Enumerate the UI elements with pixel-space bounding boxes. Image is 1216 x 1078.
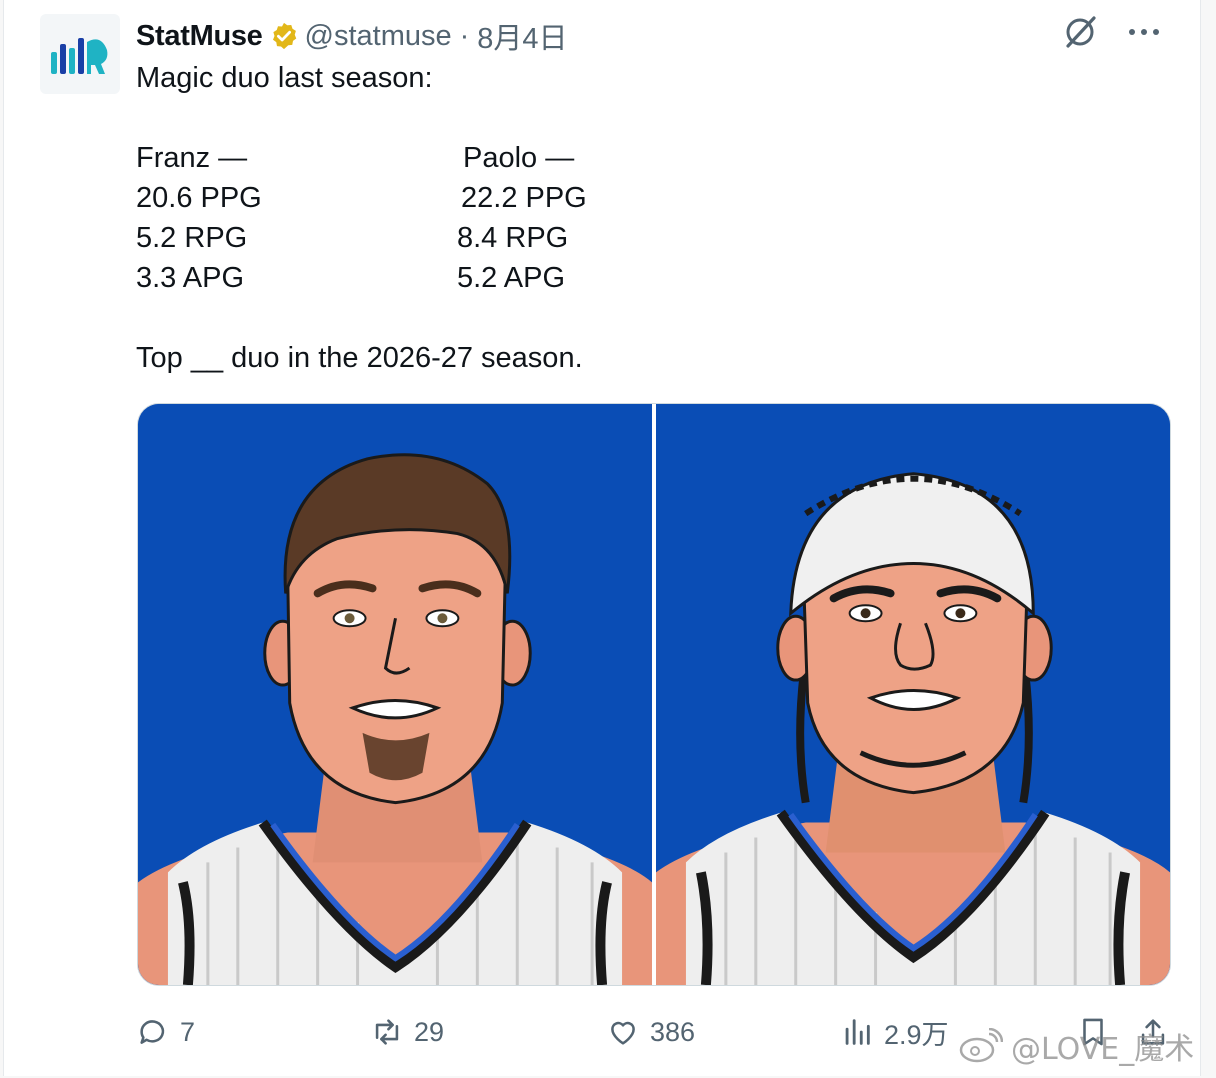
stats-left-rpg: 5.2 RPG — [136, 222, 248, 254]
stats-right-ppg: 22.2 PPG — [461, 182, 587, 214]
views-chart-icon — [845, 1019, 870, 1045]
timestamp[interactable]: 8月4日 — [477, 15, 567, 57]
stats-left-apg: 3.3 APG — [136, 262, 245, 294]
views-count: 2.9万 — [884, 1019, 949, 1050]
statmuse-logo-icon — [51, 38, 108, 74]
display-name[interactable]: StatMuse — [136, 20, 263, 53]
like-count: 386 — [650, 1016, 696, 1047]
repost-icon — [375, 1019, 399, 1045]
repost-button[interactable]: 29 — [370, 1010, 444, 1054]
views-button[interactable]: 2.9万 — [840, 1010, 949, 1054]
handle[interactable]: @statmuse — [305, 20, 452, 53]
more-options-icon[interactable] — [1128, 27, 1160, 37]
tweet-top-icons — [1060, 12, 1160, 52]
tweet-closing: Top __ duo in the 2026-27 season. — [136, 342, 583, 374]
separator-dot: · — [459, 19, 470, 52]
repost-count: 29 — [414, 1016, 445, 1047]
avatar[interactable] — [40, 14, 120, 94]
player-right-image — [656, 404, 1170, 985]
verified-badge-icon — [272, 22, 296, 50]
tweet-header: StatMuse @statmuse · 8月4日 — [136, 16, 568, 56]
stats-right-header: Paolo — — [463, 142, 575, 174]
reply-button[interactable]: 7 — [136, 1010, 195, 1054]
player-left-image — [138, 404, 652, 985]
watermark: @LOVE_魔术 — [959, 1024, 1194, 1068]
grok-icon[interactable] — [1060, 12, 1100, 52]
tweet-intro: Magic duo last season: — [136, 62, 433, 94]
watermark-text: @LOVE_魔术 — [1011, 1032, 1195, 1067]
weibo-logo-icon — [959, 1028, 1003, 1063]
stats-left-ppg: 20.6 PPG — [136, 182, 262, 214]
stats-left-header: Franz — — [136, 142, 248, 174]
tweet-card[interactable]: StatMuse @statmuse · 8月4日 Magic duo last… — [3, 0, 1201, 1076]
reply-icon — [140, 1020, 165, 1044]
reply-count: 7 — [180, 1016, 196, 1047]
stats-right-apg: 5.2 APG — [457, 262, 566, 294]
media-grid[interactable] — [137, 403, 1171, 986]
player-illustration-left[interactable] — [138, 404, 652, 985]
player-illustration-right[interactable] — [656, 404, 1170, 985]
like-button[interactable]: 386 — [606, 1010, 695, 1054]
heart-icon — [611, 1021, 635, 1045]
stats-right-rpg: 8.4 RPG — [457, 222, 569, 254]
